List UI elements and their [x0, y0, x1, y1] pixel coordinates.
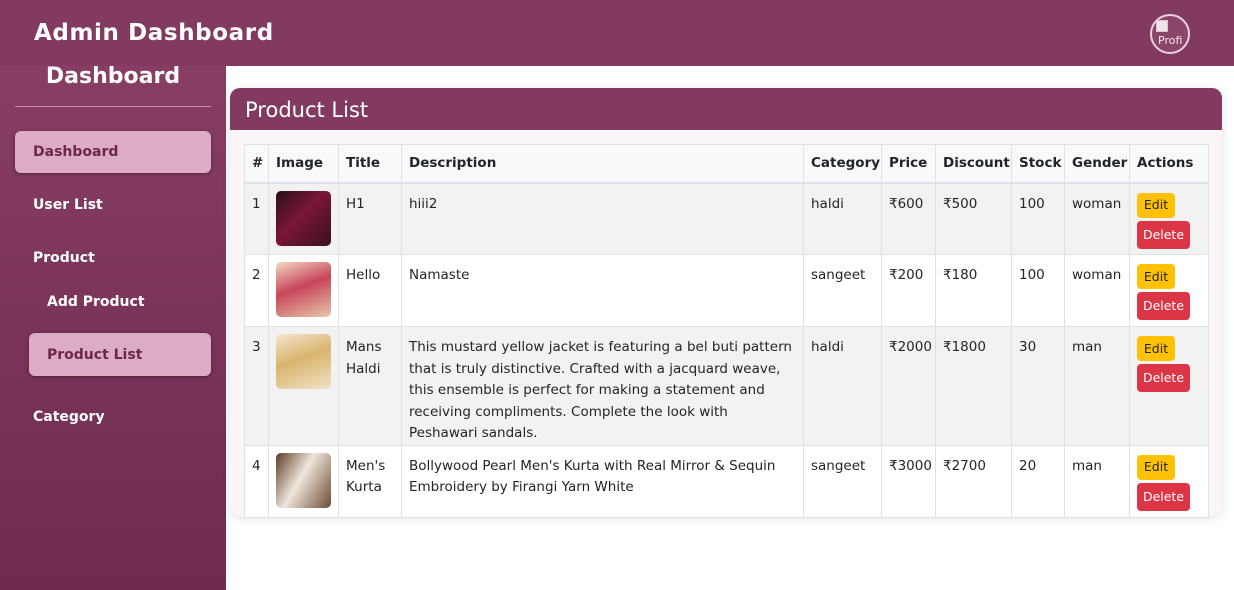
sidebar-item-label: Product List	[47, 346, 143, 363]
product-stock: 20	[1011, 444, 1065, 518]
app-title: Admin Dashboard	[34, 20, 274, 46]
sidebar-item-category[interactable]: Category	[33, 409, 105, 425]
product-thumbnail	[276, 452, 331, 508]
product-price: ₹600	[881, 182, 936, 255]
sidebar-heading: Dashboard	[45, 64, 181, 89]
product-gender: man	[1064, 444, 1130, 518]
delete-button[interactable]: Delete	[1137, 482, 1190, 511]
edit-button[interactable]: Edit	[1137, 336, 1175, 361]
product-title: Men's Kurta	[338, 444, 402, 518]
row-number: 2	[244, 254, 269, 327]
top-bar: Admin Dashboard Profi	[0, 0, 1234, 66]
product-discount: ₹180	[935, 254, 1012, 327]
product-description: hiii2	[401, 182, 804, 255]
column-header: Image	[268, 144, 339, 184]
product-price: ₹3000	[881, 444, 936, 518]
product-stock: 100	[1011, 182, 1065, 255]
column-header: #	[244, 144, 269, 184]
table-row: 3 Mans Haldi This mustard yellow jacket …	[244, 326, 1209, 446]
delete-button[interactable]: Delete	[1137, 292, 1190, 320]
column-header: Description	[401, 144, 804, 184]
product-category: haldi	[803, 182, 882, 255]
product-thumbnail	[276, 262, 331, 317]
row-actions: Edit Delete	[1129, 182, 1209, 255]
product-stock: 100	[1011, 254, 1065, 327]
table-row: 4 Men's Kurta Bollywood Pearl Men's Kurt…	[244, 444, 1209, 518]
product-gender: woman	[1064, 254, 1130, 327]
product-list-card: Product List # Image Title Description C…	[230, 88, 1222, 518]
product-discount: ₹2700	[935, 444, 1012, 518]
delete-button[interactable]: Delete	[1137, 364, 1190, 392]
edit-button[interactable]: Edit	[1137, 454, 1175, 480]
column-header: Title	[338, 144, 402, 184]
sidebar-item-dashboard[interactable]: Dashboard	[15, 131, 211, 173]
product-price: ₹2000	[881, 326, 936, 446]
table-row: 1 H1 hiii2 haldi ₹600 ₹500 100 woman Edi…	[244, 182, 1209, 255]
broken-image-icon	[1156, 20, 1168, 32]
column-header: Price	[881, 144, 936, 184]
column-header: Actions	[1129, 144, 1209, 184]
product-description: This mustard yellow jacket is featuring …	[401, 326, 804, 446]
sidebar-item-product-list[interactable]: Product List	[29, 333, 211, 376]
page-title: Product List	[245, 98, 369, 122]
product-thumbnail	[276, 190, 331, 246]
row-number: 1	[244, 182, 269, 255]
product-title: H1	[338, 182, 402, 255]
column-header: Stock	[1011, 144, 1065, 184]
product-category: haldi	[803, 326, 882, 446]
product-category: sangeet	[803, 444, 882, 518]
column-header: Category	[803, 144, 882, 184]
sidebar-divider	[15, 106, 211, 107]
product-description: Namaste	[401, 254, 804, 327]
edit-button[interactable]: Edit	[1137, 192, 1175, 218]
sidebar-item-add-product[interactable]: Add Product	[47, 294, 145, 310]
product-title: Hello	[338, 254, 402, 327]
avatar-alt-text: Profi	[1158, 34, 1183, 47]
sidebar-item-label: Product	[33, 250, 95, 266]
sidebar-item-label: User List	[33, 197, 103, 213]
product-thumbnail	[276, 334, 331, 389]
delete-button[interactable]: Delete	[1137, 220, 1190, 249]
product-category: sangeet	[803, 254, 882, 327]
table-header-row: # Image Title Description Category Price…	[244, 144, 1209, 184]
product-table: # Image Title Description Category Price…	[244, 144, 1209, 518]
column-header: Gender	[1064, 144, 1130, 184]
row-number: 4	[244, 444, 269, 518]
sidebar-item-label: Dashboard	[33, 144, 119, 160]
row-actions: Edit Delete	[1129, 254, 1209, 327]
product-gender: woman	[1064, 182, 1130, 255]
column-header: Discount	[935, 144, 1012, 184]
product-stock: 30	[1011, 326, 1065, 446]
product-title: Mans Haldi	[338, 326, 402, 446]
sidebar-item-label: Category	[33, 409, 105, 425]
table-row: 2 Hello Namaste sangeet ₹200 ₹180 100 wo…	[244, 254, 1209, 327]
sidebar: Dashboard Dashboard User List Product Ad…	[0, 66, 226, 590]
sidebar-item-product[interactable]: Product	[33, 250, 95, 266]
sidebar-item-user-list[interactable]: User List	[33, 197, 103, 213]
row-number: 3	[244, 326, 269, 446]
card-header: Product List	[230, 88, 1222, 130]
row-actions: Edit Delete	[1129, 326, 1209, 446]
product-description: Bollywood Pearl Men's Kurta with Real Mi…	[401, 444, 804, 518]
sidebar-item-label: Add Product	[47, 294, 145, 310]
profile-avatar[interactable]: Profi	[1150, 14, 1190, 54]
product-price: ₹200	[881, 254, 936, 327]
product-discount: ₹500	[935, 182, 1012, 255]
row-actions: Edit Delete	[1129, 444, 1209, 518]
edit-button[interactable]: Edit	[1137, 264, 1175, 289]
product-discount: ₹1800	[935, 326, 1012, 446]
product-gender: man	[1064, 326, 1130, 446]
